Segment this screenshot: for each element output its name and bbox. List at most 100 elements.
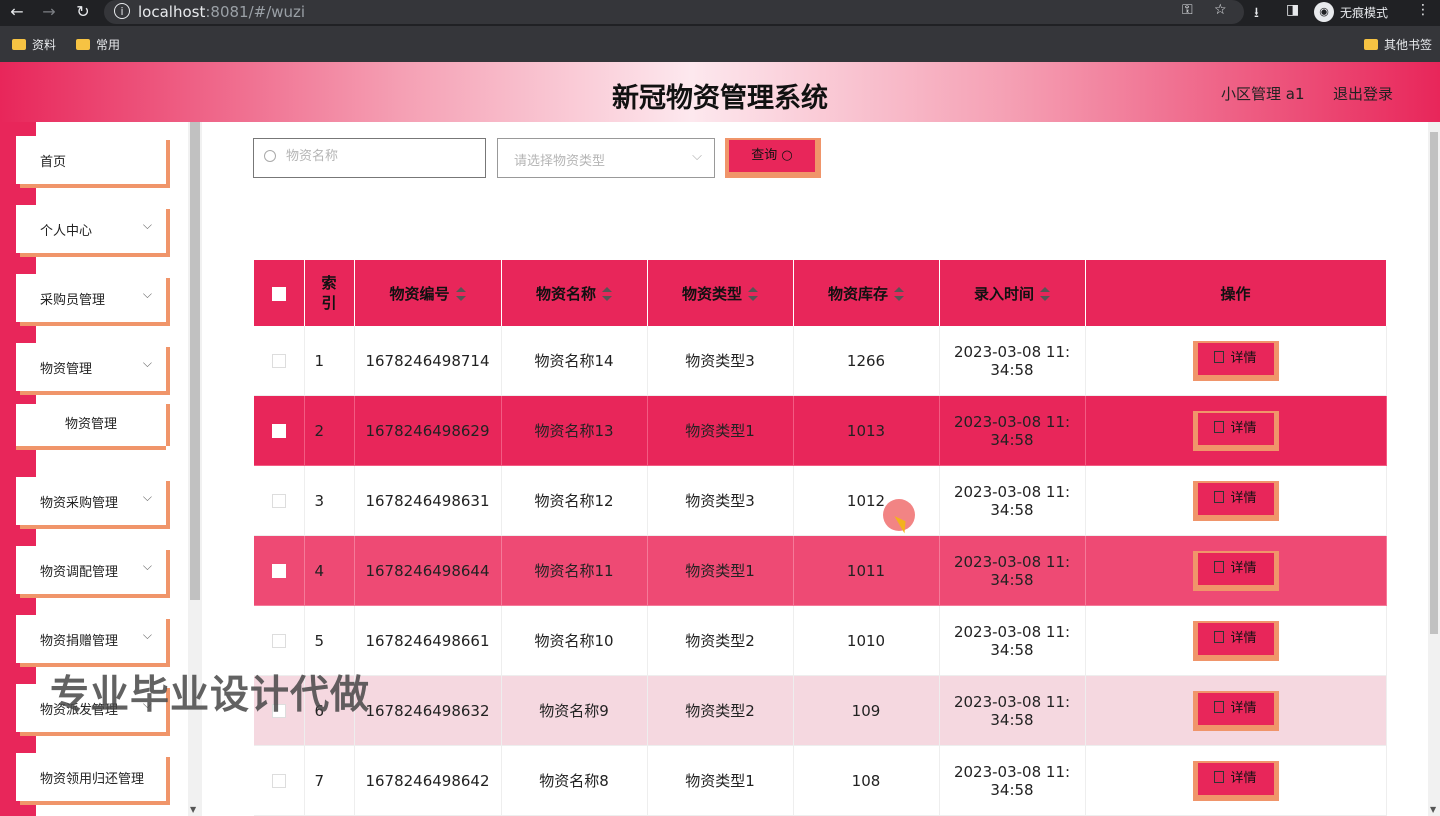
scroll-down-icon[interactable]: ▼ <box>1430 805 1436 814</box>
table-row[interactable]: 5 1678246498661 物资名称10 物资类型2 1010 2023-03-08 … <box>254 605 1387 676</box>
info-icon[interactable]: i <box>114 3 130 19</box>
scroll-down-icon[interactable]: ▼ <box>190 805 196 814</box>
table-row[interactable]: 2 1678246498629 物资名称13 物资类型1 1013 2023-03-08 … <box>254 395 1387 466</box>
logout-button[interactable]: 退出登录 <box>1333 83 1393 104</box>
detail-label: 详情 <box>1230 420 1257 436</box>
download-icon[interactable]: ⭳ <box>1254 2 1259 26</box>
cell-text: 2023-03-08 11: <box>953 622 1071 641</box>
header-name[interactable]: 物资名称 <box>501 260 648 326</box>
table-row[interactable]: 7 1678246498642 物资名称8 物资类型1 108 2023-03-08 11… <box>254 745 1387 816</box>
sort-icon[interactable] <box>894 287 904 301</box>
forward-arrow-icon[interactable]: → <box>38 2 60 22</box>
cell-type: 物资类型1 <box>647 745 794 816</box>
table-row[interactable]: 1 1678246498714 物资名称14 物资类型3 1266 2023-03-08 … <box>254 326 1387 396</box>
checkbox[interactable] <box>271 774 286 788</box>
star-icon[interactable]: ☆ <box>1214 2 1227 18</box>
cell-name: 物资名称12 <box>501 465 648 536</box>
sidebar-item[interactable]: 物资采购管理 ⌵ <box>16 477 166 525</box>
header-type[interactable]: 物资类型 <box>647 260 794 326</box>
cell-index: 3 <box>304 465 355 536</box>
cell-time: 2023-03-08 11: 34:58 <box>939 395 1086 466</box>
table-row[interactable]: 4 1678246498644 物资名称11 物资类型1 1011 2023-03-08 … <box>254 535 1387 606</box>
checkbox[interactable] <box>271 494 286 508</box>
sidebar-item-label: 物资调配管理 <box>40 565 119 580</box>
name-field[interactable] <box>284 148 478 165</box>
checkbox[interactable] <box>271 424 286 438</box>
sidebar-item[interactable]: 采购员管理 ⌵ <box>16 274 166 322</box>
checkbox[interactable] <box>271 564 286 578</box>
search-name-input[interactable] <box>253 138 486 178</box>
bookmark-folder[interactable]: 常用 <box>76 36 120 53</box>
header-label: 物资类型 <box>681 284 742 303</box>
header-label: 物资库存 <box>827 284 888 303</box>
header-code[interactable]: 物资编号 <box>354 260 502 326</box>
checkbox[interactable] <box>271 354 286 368</box>
folder-icon <box>1364 39 1378 50</box>
bookmark-folder[interactable]: 资料 <box>12 36 56 53</box>
sidebar-item-label: 采购员管理 <box>40 293 106 308</box>
cell-text: 物资名称13 <box>534 422 614 440</box>
detail-button[interactable]: 详情 <box>1192 480 1279 521</box>
header-select-all[interactable] <box>254 260 305 326</box>
header-time[interactable]: 录入时间 <box>939 260 1086 326</box>
cell-stock: 1012 <box>793 465 940 536</box>
cell-text: 1010 <box>846 631 886 650</box>
cell-actions: 详情 <box>1085 535 1387 606</box>
folder-icon <box>76 39 90 50</box>
detail-button[interactable]: 详情 <box>1192 410 1279 451</box>
type-select[interactable]: 请选择物资类型 ⌵ <box>497 138 715 178</box>
sidebar-subitem-wuzi[interactable]: 物资管理 <box>16 404 166 446</box>
row-select[interactable] <box>254 745 305 816</box>
cell-actions: 详情 <box>1085 745 1387 816</box>
sidebar-item[interactable]: 物资管理 ⌵ <box>16 343 166 391</box>
other-bookmarks[interactable]: 其他书签 <box>1364 36 1432 53</box>
sidebar-item[interactable]: 首页 <box>16 136 166 184</box>
cell-time: 2023-03-08 11: 34:58 <box>939 745 1086 816</box>
sidebar-item[interactable]: 物资调配管理 ⌵ <box>16 546 166 594</box>
detail-button[interactable]: 详情 <box>1192 340 1279 381</box>
checkbox[interactable] <box>271 286 286 301</box>
detail-button[interactable]: 详情 <box>1192 620 1279 661</box>
sort-icon[interactable] <box>455 287 466 301</box>
detail-button[interactable]: 详情 <box>1192 690 1279 731</box>
main-scrollbar[interactable]: ▼ <box>1428 122 1440 816</box>
sidepanel-icon[interactable]: ◨ <box>1286 2 1299 18</box>
cell-time: 2023-03-08 11: 34:58 <box>939 605 1086 676</box>
bookmark-label: 资料 <box>32 38 57 52</box>
sort-icon[interactable] <box>1040 287 1050 301</box>
row-select[interactable] <box>254 395 305 466</box>
sort-icon[interactable] <box>748 287 758 301</box>
cell-type: 物资类型3 <box>647 465 794 536</box>
cell-text: 4 <box>314 561 325 580</box>
bookmark-label: 其他书签 <box>1384 38 1433 52</box>
scrollbar-thumb[interactable] <box>190 122 200 600</box>
reload-icon[interactable]: ↻ <box>72 2 94 22</box>
table-row[interactable]: 3 1678246498631 物资名称12 物资类型3 1012 2023-03-08 … <box>254 465 1387 536</box>
sidebar-item[interactable]: 个人中心 ⌵ <box>16 205 166 253</box>
row-select[interactable] <box>254 326 305 396</box>
address-bar[interactable]: i localhost:8081/#/wuzi <box>104 0 1244 24</box>
header-stock[interactable]: 物资库存 <box>793 260 940 326</box>
cell-text: 34:58 <box>990 640 1034 659</box>
document-icon <box>1214 701 1225 713</box>
cell-actions: 详情 <box>1085 605 1387 676</box>
table-row[interactable]: 6 1678246498632 物资名称9 物资类型2 109 2023-03-08 11… <box>254 675 1387 746</box>
sidebar-item[interactable]: 物资捐赠管理 ⌵ <box>16 615 166 663</box>
header-label: 索引 <box>321 274 337 312</box>
sidebar-item[interactable]: 物资领用归还管理 <box>16 753 166 801</box>
row-select[interactable] <box>254 535 305 606</box>
key-icon[interactable]: ⚿ <box>1182 2 1193 18</box>
sort-icon[interactable] <box>602 287 612 301</box>
row-select[interactable] <box>254 465 305 536</box>
detail-button[interactable]: 详情 <box>1192 550 1279 591</box>
cell-text: 物资名称10 <box>534 632 614 650</box>
incognito-indicator[interactable]: ◉ 无痕模式 <box>1314 1 1388 23</box>
detail-button[interactable]: 详情 <box>1192 760 1279 801</box>
scrollbar-thumb[interactable] <box>1430 132 1438 634</box>
checkbox[interactable] <box>271 634 286 648</box>
query-button[interactable]: 查询 ○ <box>725 138 821 178</box>
cell-text: 7 <box>314 771 325 790</box>
menu-dots-icon[interactable]: ⋮ <box>1416 2 1430 18</box>
cell-text: 3 <box>314 491 325 510</box>
back-arrow-icon[interactable]: ← <box>6 2 28 22</box>
